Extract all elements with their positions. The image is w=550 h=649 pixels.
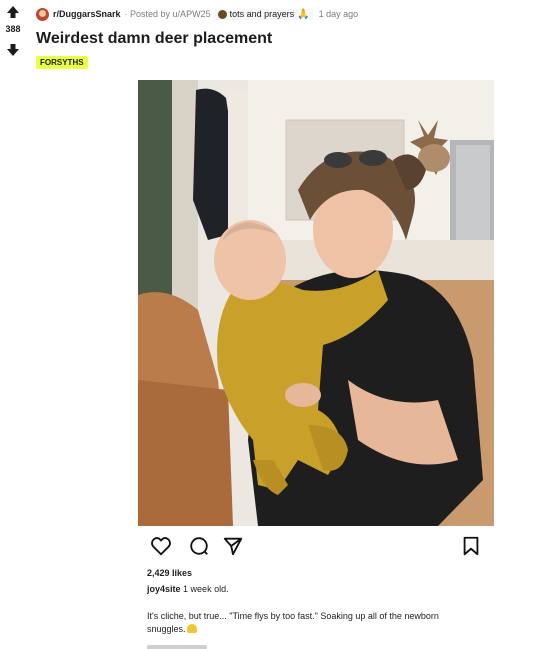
share-icon[interactable] (222, 535, 244, 557)
user-flair: tots and prayers 🙏 (214, 8, 313, 20)
football-icon (217, 9, 227, 19)
post-title[interactable]: Weirdest damn deer placement (36, 30, 272, 48)
truncated-text (147, 642, 217, 649)
heart-icon[interactable] (150, 535, 172, 557)
user-flair-text: tots and prayers (229, 9, 295, 19)
vote-column: 388 (0, 4, 26, 58)
praying-hands-icon: 🙏 (297, 8, 310, 20)
likes-count[interactable]: 2,429 likes (147, 568, 192, 578)
post-flair[interactable]: FORSYTHS (36, 56, 88, 69)
instagram-username[interactable]: joy4site (147, 584, 181, 594)
bookmark-icon[interactable] (460, 535, 482, 557)
post-meta: r/DuggarsSnark · Posted by u/APW25 tots … (36, 6, 358, 22)
instagram-actions (150, 535, 486, 559)
subreddit-link[interactable]: r/DuggarsSnark (53, 9, 121, 19)
downvote-arrow-icon[interactable] (5, 42, 21, 58)
vote-count: 388 (5, 24, 21, 34)
post-age: 1 week old. (183, 584, 229, 594)
posted-by-link[interactable]: · Posted by u/APW25 (125, 9, 211, 19)
yellow-heart-icon (186, 624, 197, 633)
author-line: joy4site 1 week old. (147, 584, 229, 594)
subreddit-avatar[interactable] (36, 7, 49, 21)
upvote-arrow-icon[interactable] (5, 4, 21, 20)
comment-icon[interactable] (188, 535, 210, 557)
post-image[interactable] (138, 80, 494, 526)
instagram-caption: It's cliche, but true... "Time flys by t… (147, 610, 477, 636)
post-timestamp[interactable]: 1 day ago (319, 9, 359, 19)
